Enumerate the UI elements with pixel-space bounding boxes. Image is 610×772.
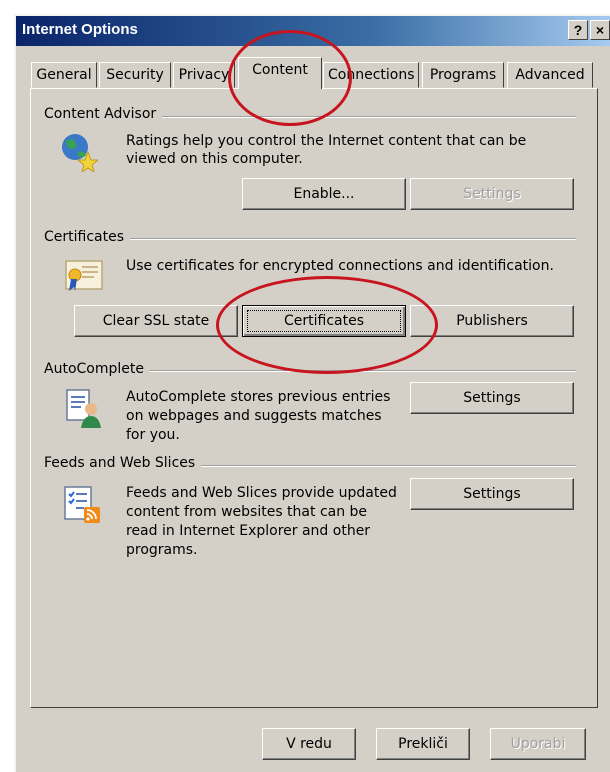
cancel-label: Prekliči	[398, 736, 448, 752]
autocomplete-description-3: for you.	[126, 427, 180, 443]
autocomplete-form-user-icon	[66, 389, 101, 428]
content-advisor-settings-label: Settings	[463, 186, 521, 202]
tab-programs[interactable]: Programs	[422, 62, 504, 88]
tab-privacy[interactable]: Privacy	[173, 62, 235, 88]
ok-label: V redu	[286, 736, 332, 752]
feeds-description-4: programs.	[126, 542, 198, 558]
title-bar[interactable]: Internet Options ? ×	[16, 16, 610, 46]
feeds-rss-icon	[64, 486, 100, 523]
certificates-button[interactable]: Certificates	[242, 305, 406, 337]
feeds-description-1: Feeds and Web Slices provide updated	[126, 485, 397, 501]
content-advisor-description-2: viewed on this computer.	[126, 151, 303, 167]
tab-content[interactable]: Content	[238, 57, 322, 89]
enable-button[interactable]: Enable...	[242, 178, 406, 210]
certificates-button-label: Certificates	[283, 313, 364, 329]
clear-ssl-state-button[interactable]: Clear SSL state	[74, 305, 238, 337]
clear-ssl-state-label: Clear SSL state	[102, 313, 210, 329]
close-button[interactable]: ×	[590, 20, 610, 40]
publishers-label: Publishers	[456, 313, 528, 329]
tab-general[interactable]: General	[31, 62, 97, 88]
autocomplete-settings-button[interactable]: Settings	[410, 382, 574, 414]
tab-advanced[interactable]: Advanced	[507, 62, 593, 88]
help-button[interactable]: ?	[568, 20, 588, 40]
ok-button[interactable]: V redu	[262, 728, 356, 760]
feeds-settings-button[interactable]: Settings	[410, 478, 574, 510]
autocomplete-description-2: on webpages and suggests matches	[126, 408, 382, 424]
autocomplete-heading: AutoComplete	[44, 361, 150, 377]
autocomplete-settings-label: Settings	[463, 390, 521, 406]
publishers-button[interactable]: Publishers	[410, 305, 574, 337]
apply-label: Uporabi	[510, 736, 566, 752]
feeds-description-3: read in Internet Explorer and other	[126, 523, 371, 539]
content-advisor-heading: Content Advisor	[44, 106, 163, 122]
cancel-button[interactable]: Prekliči	[376, 728, 470, 760]
certificate-icon	[65, 260, 103, 291]
autocomplete-description-1: AutoComplete stores previous entries	[126, 389, 391, 405]
globe-star-icon	[62, 134, 98, 172]
feeds-settings-label: Settings	[463, 486, 521, 502]
feeds-heading: Feeds and Web Slices	[44, 455, 202, 471]
content-advisor-settings-button: Settings	[410, 178, 574, 210]
apply-button: Uporabi	[490, 728, 586, 760]
certificates-description: Use certificates for encrypted connectio…	[126, 258, 554, 274]
feeds-description-2: content from websites that can be	[126, 504, 368, 520]
content-advisor-description-1: Ratings help you control the Internet co…	[126, 133, 527, 149]
tab-connections[interactable]: Connections	[323, 62, 419, 88]
window-title: Internet Options	[22, 21, 138, 38]
certificates-heading: Certificates	[44, 229, 131, 245]
tab-security[interactable]: Security	[99, 62, 171, 88]
enable-button-label: Enable...	[293, 186, 355, 202]
